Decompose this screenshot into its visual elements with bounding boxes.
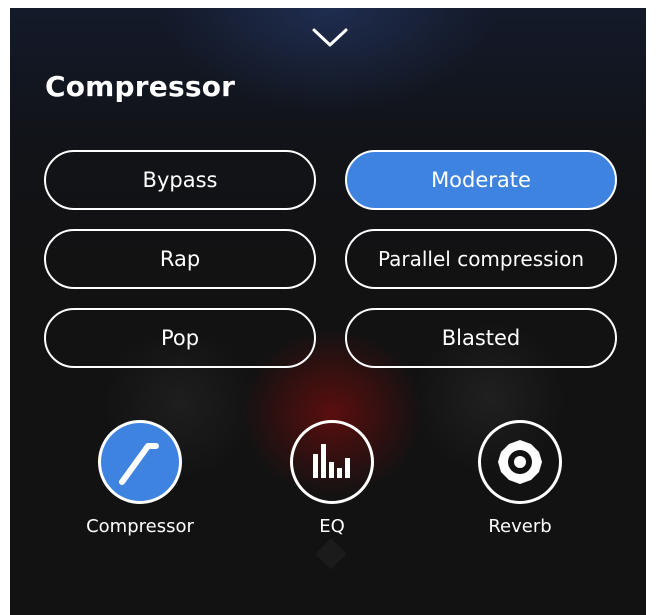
module-reverb-button[interactable]: Reverb bbox=[440, 420, 600, 537]
panel-title: Compressor bbox=[45, 70, 236, 103]
collapse-chevron-icon[interactable] bbox=[310, 26, 350, 50]
module-compressor-circle bbox=[98, 420, 182, 504]
module-eq-circle bbox=[290, 420, 374, 504]
preset-label: Pop bbox=[160, 326, 200, 350]
module-compressor-button[interactable]: Compressor bbox=[60, 420, 220, 537]
preset-pop-button[interactable]: Pop bbox=[44, 308, 316, 368]
preset-moderate-button[interactable]: Moderate bbox=[345, 150, 617, 210]
module-eq-button[interactable]: EQ bbox=[252, 420, 412, 537]
reverb-ring-icon bbox=[498, 440, 542, 484]
preset-label: Bypass bbox=[142, 168, 218, 192]
compressor-panel: Compressor Bypass Moderate Rap Parallel … bbox=[10, 8, 646, 615]
preset-label: Rap bbox=[159, 247, 201, 271]
preset-rap-button[interactable]: Rap bbox=[44, 229, 316, 289]
preset-parallel-compression-button[interactable]: Parallel compression bbox=[345, 229, 617, 289]
module-reverb-label: Reverb bbox=[488, 516, 552, 537]
preset-label: Moderate bbox=[431, 168, 531, 192]
preset-blasted-button[interactable]: Blasted bbox=[345, 308, 617, 368]
preset-label: Blasted bbox=[441, 326, 521, 350]
decorative-diamond bbox=[315, 538, 347, 570]
module-eq-label: EQ bbox=[319, 516, 345, 537]
module-reverb-circle bbox=[478, 420, 562, 504]
preset-bypass-button[interactable]: Bypass bbox=[44, 150, 316, 210]
module-compressor-label: Compressor bbox=[86, 516, 194, 537]
compressor-curve-icon bbox=[119, 443, 159, 485]
preset-label: Parallel compression bbox=[377, 247, 585, 271]
equalizer-bars-icon bbox=[313, 444, 350, 478]
